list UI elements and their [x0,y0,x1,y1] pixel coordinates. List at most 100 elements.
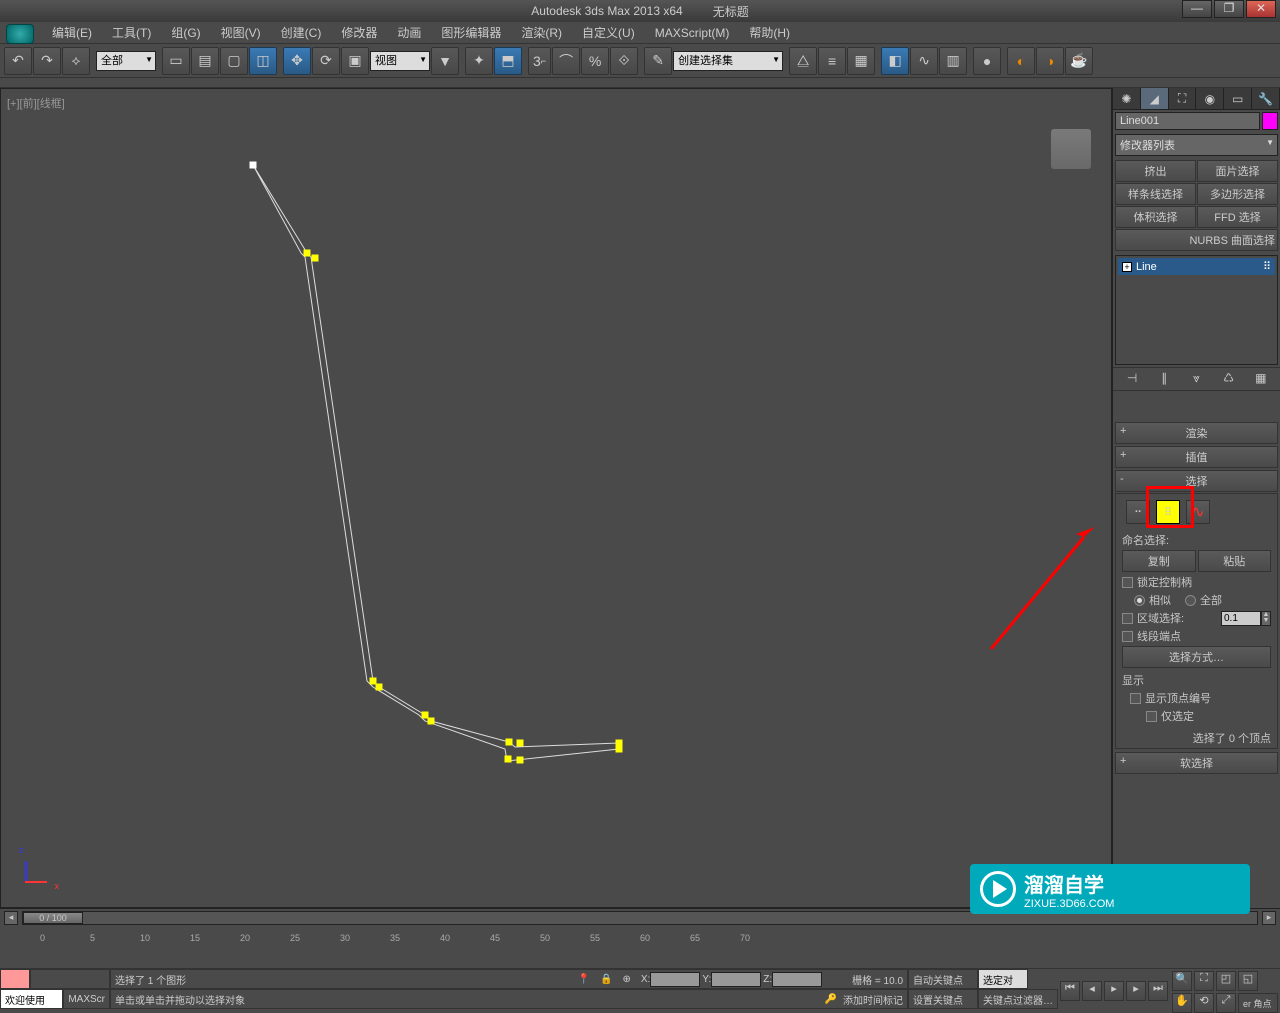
transform-z-field[interactable] [772,972,822,987]
show-vertex-numbers-checkbox[interactable] [1130,693,1141,704]
zoom-all-button[interactable]: ⛶ [1194,971,1214,991]
redo-button[interactable]: ↷ [33,47,61,75]
subobj-vertex-button[interactable]: ⠒ [1126,500,1150,524]
modifier-stack[interactable]: + Line ⠿ [1115,255,1278,365]
motion-tab[interactable]: ◉ [1196,88,1224,109]
remove-modifier-button[interactable]: ♺ [1221,371,1237,387]
undo-button[interactable]: ↶ [4,47,32,75]
subobj-spline-button[interactable]: ∿ [1186,500,1210,524]
time-slider-thumb[interactable]: 0 / 100 [23,912,83,924]
auto-key-button[interactable]: 自动关键点 [908,969,978,989]
selected-only-checkbox[interactable] [1146,711,1157,722]
mod-extrude[interactable]: 挤出 [1115,160,1196,182]
use-center-button[interactable]: ▼ [431,47,459,75]
select-by-name-button[interactable]: ▤ [191,47,219,75]
rectangular-region-button[interactable]: ▢ [220,47,248,75]
menu-group[interactable]: 组(G) [161,21,210,44]
menu-rendering[interactable]: 渲染(R) [511,21,572,44]
hierarchy-tab[interactable]: ⛶ [1169,88,1197,109]
min-max-viewport-button[interactable]: ⤢ [1216,993,1236,1013]
ribbon-toggle-button[interactable]: ◧ [881,47,909,75]
link-button[interactable]: ⟡ [62,47,90,75]
mod-nurbs[interactable]: NURBS 曲面选择 [1115,229,1278,251]
align-button[interactable]: ≡ [818,47,846,75]
modify-tab[interactable]: ◢ [1141,88,1169,109]
display-tab[interactable]: ▭ [1224,88,1252,109]
curve-editor-button[interactable]: ∿ [910,47,938,75]
spinner-snap-button[interactable]: ⟐ [610,47,638,75]
expand-icon[interactable]: + [1122,262,1132,272]
minimize-button[interactable]: — [1182,0,1212,18]
mod-vol-select[interactable]: 体积选择 [1115,206,1196,228]
rollout-rendering[interactable]: +渲染 [1115,422,1278,444]
mod-spline-select[interactable]: 样条线选择 [1115,183,1196,205]
named-selection-combo[interactable]: 创建选择集 [673,51,783,71]
menu-customize[interactable]: 自定义(U) [572,21,645,44]
mirror-button[interactable]: ⧋ [789,47,817,75]
menu-graph-editors[interactable]: 图形编辑器 [431,21,511,44]
select-scale-button[interactable]: ▣ [341,47,369,75]
close-button[interactable]: ✕ [1246,0,1276,18]
percent-snap-button[interactable]: % [581,47,609,75]
area-select-spinner[interactable] [1221,611,1261,626]
ref-coord-combo[interactable]: 视图 [370,51,430,71]
render-setup-button[interactable]: ◐ [1007,47,1035,75]
make-unique-button[interactable]: ⩔ [1188,371,1204,387]
menu-help[interactable]: 帮助(H) [739,21,800,44]
key-filters-button[interactable]: 关键点过滤器… [978,989,1058,1009]
mod-ffd-select[interactable]: FFD 选择 [1197,206,1278,228]
all-radio[interactable] [1185,595,1196,606]
rollout-interpolation[interactable]: +插值 [1115,446,1278,468]
rollout-soft-selection[interactable]: +软选择 [1115,752,1278,774]
modifier-list-combo[interactable]: 修改器列表 [1115,134,1278,156]
frame-ruler[interactable]: 0 5 10 15 20 25 30 35 40 45 50 55 60 65 … [0,927,1280,943]
viewport[interactable]: [+][前][线框] z x [0,88,1112,908]
mod-poly-select[interactable]: 多边形选择 [1197,183,1278,205]
create-tab[interactable]: ✺ [1113,88,1141,109]
menu-modifiers[interactable]: 修改器 [331,21,387,44]
menu-create[interactable]: 创建(C) [271,21,332,44]
utilities-tab[interactable]: 🔧 [1252,88,1280,109]
menu-maxscript[interactable]: MAXScript(M) [645,23,740,43]
maximize-button[interactable]: ❐ [1214,0,1244,18]
similar-radio[interactable] [1134,595,1145,606]
transform-x-field[interactable] [650,972,700,987]
select-object-button[interactable]: ▭ [162,47,190,75]
layer-manager-button[interactable]: ▦ [847,47,875,75]
segment-end-checkbox[interactable] [1122,631,1133,642]
script-record-button[interactable] [0,969,30,989]
keyboard-shortcut-button[interactable]: ⬒ [494,47,522,75]
transform-y-field[interactable] [711,972,761,987]
copy-selection-button[interactable]: 复制 [1122,550,1196,572]
select-by-button[interactable]: 选择方式… [1122,646,1271,668]
zoom-extents-all-button[interactable]: ◱ [1238,971,1258,991]
app-icon[interactable] [6,24,34,44]
add-time-tag[interactable]: 添加时间标记 [843,992,903,1007]
configure-sets-button[interactable]: ▦ [1253,371,1269,387]
angle-snap-button[interactable]: ⌒ [552,47,580,75]
menu-animation[interactable]: 动画 [387,21,431,44]
orbit-button[interactable]: ⟲ [1194,993,1214,1013]
window-crossing-button[interactable]: ◫ [249,47,277,75]
select-rotate-button[interactable]: ⟳ [312,47,340,75]
subobj-segment-button[interactable]: ⠿ [1156,500,1180,524]
time-prev-button[interactable]: ◂ [4,911,18,925]
maxscript-listener[interactable]: MAXScr [63,989,110,1009]
select-move-button[interactable]: ✥ [283,47,311,75]
edit-named-sel-button[interactable]: ✎ [644,47,672,75]
rendered-frame-button[interactable]: ◑ [1036,47,1064,75]
object-color-swatch[interactable] [1262,112,1278,130]
select-manipulate-button[interactable]: ✦ [465,47,493,75]
pan-button[interactable]: ✋ [1172,993,1192,1013]
material-editor-button[interactable]: ● [973,47,1001,75]
menu-tools[interactable]: 工具(T) [102,21,161,44]
stack-item-line[interactable]: + Line ⠿ [1118,258,1275,275]
zoom-extents-button[interactable]: ◰ [1216,971,1236,991]
schematic-view-button[interactable]: ▥ [939,47,967,75]
snap-toggle-button[interactable]: 3⌐ [528,47,551,75]
mod-patch-select[interactable]: 面片选择 [1197,160,1278,182]
selection-filter-combo[interactable]: 全部 [96,51,156,71]
pin-stack-button[interactable]: ⊣ [1124,371,1140,387]
area-select-checkbox[interactable] [1122,613,1133,624]
render-button[interactable]: ☕ [1065,47,1093,75]
